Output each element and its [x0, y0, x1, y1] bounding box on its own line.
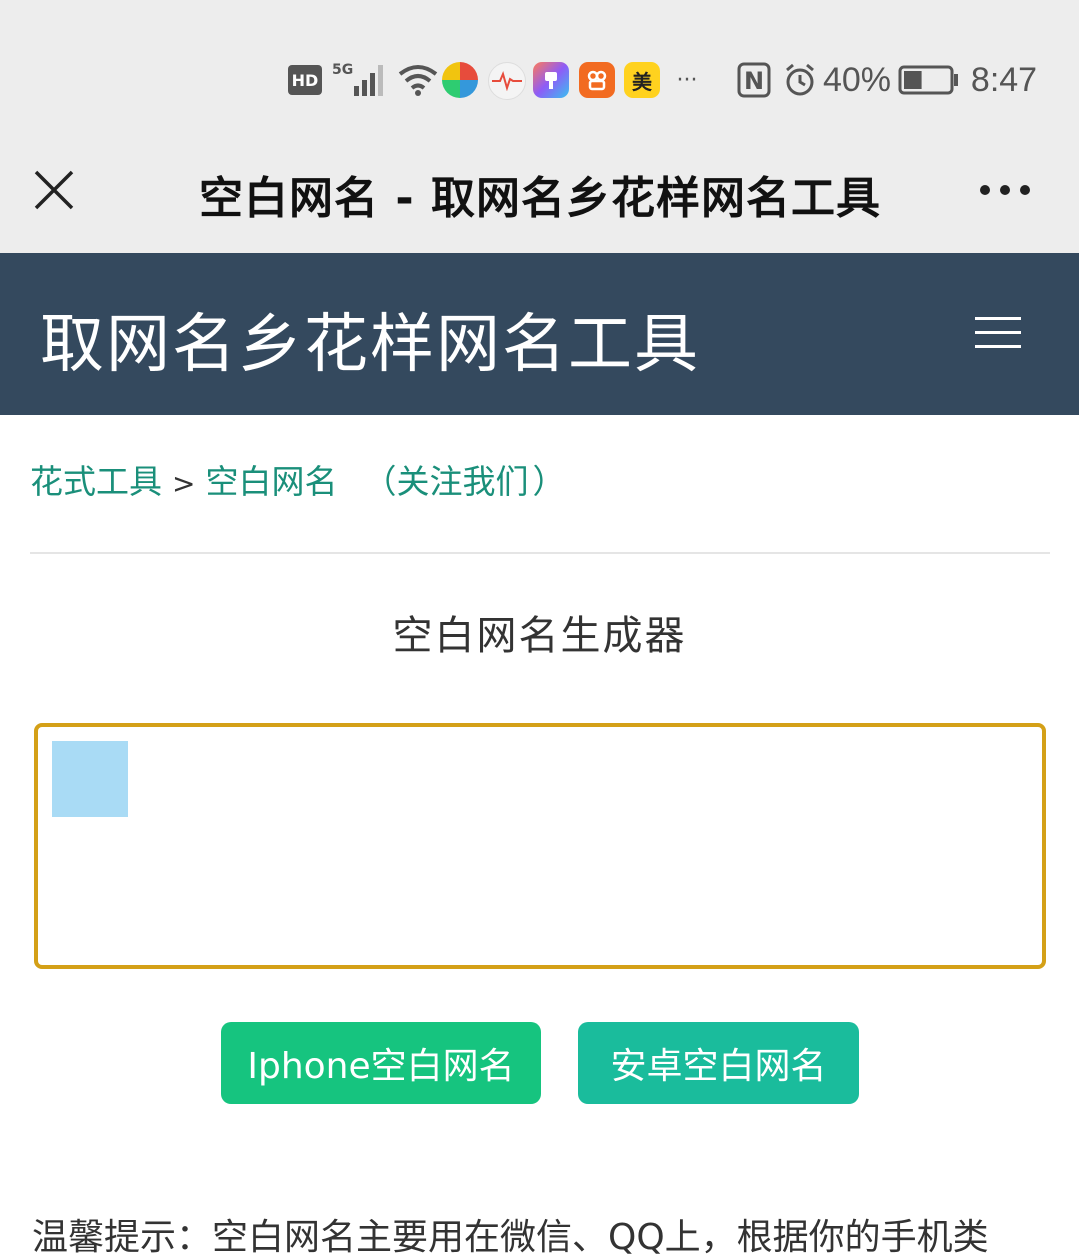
more-options-icon[interactable] — [975, 170, 1035, 210]
breadcrumb-separator: > — [172, 467, 196, 500]
paint-app-icon — [533, 62, 569, 98]
battery-icon — [898, 60, 960, 100]
kuaishou-app-icon — [579, 62, 615, 98]
android-blank-name-button[interactable]: 安卓空白网名 — [578, 1022, 859, 1104]
wifi-icon — [396, 60, 440, 100]
breadcrumb-root-link[interactable]: 花式工具 — [30, 462, 162, 501]
blank-name-textarea[interactable] — [34, 723, 1046, 969]
meituan-app-icon: 美 — [624, 62, 660, 98]
follow-us-link[interactable]: 关注我们 — [396, 462, 528, 501]
nfc-icon: N — [736, 60, 772, 100]
webview-title-bar: 空白网名 - 取网名乡花样网名工具 — [0, 140, 1079, 253]
page-title: 空白网名 - 取网名乡花样网名工具 — [199, 173, 881, 224]
battery-percent: 40% — [822, 60, 892, 99]
follow-paren-open: （ — [363, 462, 397, 501]
app-notification-icon — [442, 62, 478, 98]
nfc-label: N — [744, 67, 764, 95]
tips-text: 温馨提示：空白网名主要用在微信、QQ上，根据你的手机类 — [32, 1217, 989, 1258]
more-notifications-icon: ··· — [676, 67, 698, 93]
clock: 8:47 — [970, 60, 1038, 99]
breadcrumb: 花式工具 > 空白网名 （关注我们） — [30, 455, 565, 503]
cellular-label: 5G — [332, 62, 353, 78]
generator-title: 空白网名生成器 — [392, 613, 687, 659]
breadcrumb-current-link[interactable]: 空白网名 — [205, 462, 337, 501]
site-title[interactable]: 取网名乡花样网名工具 — [40, 293, 700, 385]
iphone-blank-name-button[interactable]: Iphone空白网名 — [221, 1022, 541, 1104]
divider — [30, 552, 1050, 554]
heartbeat-app-icon — [488, 62, 526, 100]
hd-badge: HD — [288, 65, 322, 95]
selected-blank-text — [52, 741, 128, 817]
follow-paren-close: ） — [532, 462, 566, 501]
site-header: 取网名乡花样网名工具 — [0, 253, 1079, 415]
close-icon[interactable] — [30, 166, 78, 214]
alarm-icon — [782, 60, 818, 100]
battery-fill — [904, 71, 922, 89]
signal-icon: 5G — [332, 60, 388, 100]
menu-icon[interactable] — [975, 313, 1023, 353]
status-bar: HD 5G 美 ··· N 40% 8:47 — [0, 0, 1079, 140]
